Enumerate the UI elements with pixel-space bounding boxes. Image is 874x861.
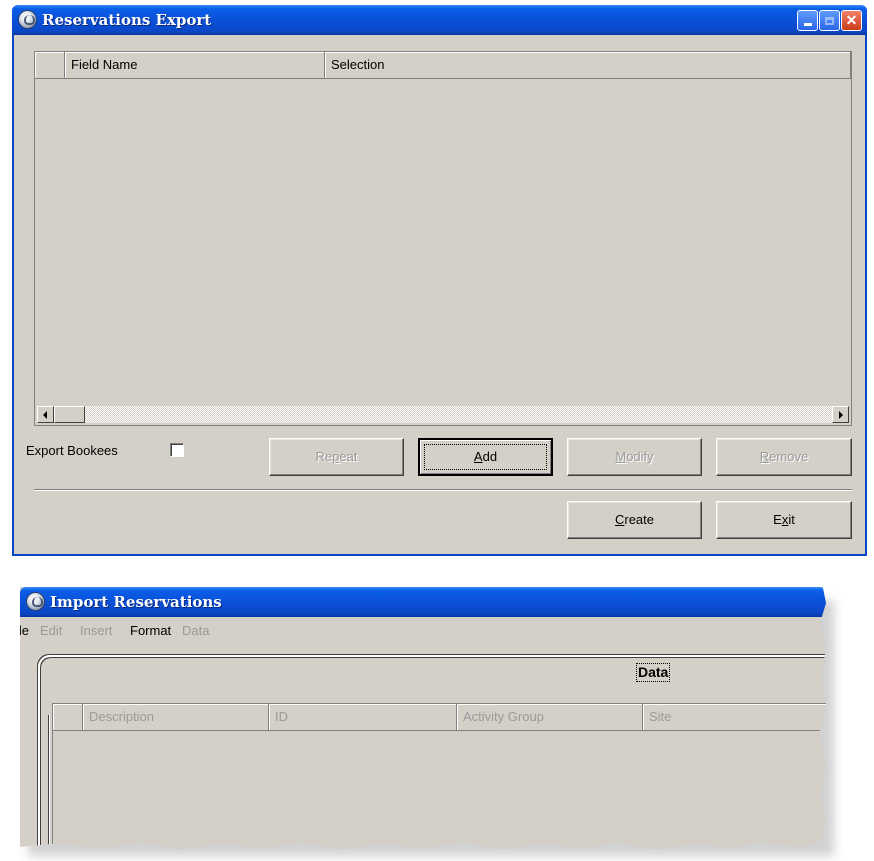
modify-button[interactable]: Modify <box>567 438 702 476</box>
grid-header: Field Name Selection <box>35 52 851 79</box>
column-header-id[interactable]: ID <box>269 704 457 731</box>
column-header-description[interactable]: Description <box>83 704 269 731</box>
menu-insert[interactable]: Insert <box>80 623 113 638</box>
column-header-site[interactable]: Site <box>643 704 826 731</box>
menu-file[interactable]: File <box>20 623 29 638</box>
menu-bar: File Edit Insert Format Data <box>20 617 826 643</box>
repeat-button[interactable]: Repeat <box>269 438 404 476</box>
maximize-button[interactable] <box>819 10 840 31</box>
tab-data[interactable]: Data <box>636 663 671 682</box>
repeat-label-post: eat <box>339 449 358 464</box>
close-button[interactable]: ✕ <box>841 10 862 31</box>
menu-data[interactable]: Data <box>182 623 209 638</box>
export-title-bar[interactable]: Reservations Export ✕ <box>12 5 867 35</box>
import-reservations-window: Import Reservations File Edit Insert For… <box>20 587 826 850</box>
create-label-post: reate <box>624 512 655 527</box>
column-header-activity-group[interactable]: Activity Group <box>457 704 643 731</box>
close-icon: ✕ <box>845 12 858 28</box>
menu-format[interactable]: Format <box>130 623 171 638</box>
export-field-grid[interactable]: Field Name Selection <box>34 51 852 426</box>
add-button[interactable]: Add <box>418 438 553 476</box>
export-bookees-checkbox[interactable] <box>170 443 184 457</box>
horizontal-scrollbar[interactable] <box>37 406 849 423</box>
remove-label-post: emove <box>769 449 809 464</box>
import-grid-header: Description ID Activity Group Site <box>53 704 826 731</box>
menu-edit[interactable]: Edit <box>40 623 62 638</box>
focus-rectangle <box>424 444 547 470</box>
tab-panel-inner-line <box>48 715 50 850</box>
reservations-export-window: Reservations Export ✕ Field Name Selecti… <box>12 5 867 556</box>
minimize-icon <box>798 11 817 30</box>
import-app-icon <box>26 592 45 611</box>
exit-button[interactable]: Exit <box>716 501 852 539</box>
modify-label-mnemonic: M <box>615 449 627 464</box>
scroll-thumb[interactable] <box>54 406 85 423</box>
column-header-field-name[interactable]: Field Name <box>65 52 325 79</box>
import-window-title: Import Reservations <box>50 593 222 611</box>
column-header-selection[interactable]: Selection <box>325 52 851 79</box>
maximize-icon <box>820 11 839 30</box>
exit-label-pre: E <box>773 512 782 527</box>
minimize-button[interactable] <box>797 10 818 31</box>
import-row-selector-header[interactable] <box>53 704 83 731</box>
create-label-mnemonic: C <box>614 512 625 527</box>
window-title: Reservations Export <box>42 11 212 29</box>
app-icon <box>18 10 37 29</box>
arrow-right-icon <box>839 411 843 419</box>
exit-label-post: it <box>788 512 795 527</box>
remove-button[interactable]: Remove <box>716 438 852 476</box>
remove-label-mnemonic: R <box>759 449 770 464</box>
export-bookees-label: Export Bookees <box>26 443 118 458</box>
row-selector-header[interactable] <box>35 52 65 79</box>
create-button[interactable]: Create <box>567 501 702 539</box>
scroll-left-button[interactable] <box>37 406 54 423</box>
arrow-left-icon <box>43 411 47 419</box>
scroll-right-button[interactable] <box>832 406 849 423</box>
repeat-label-pre: Re <box>315 449 333 464</box>
separator-line <box>34 489 852 491</box>
import-title-bar[interactable]: Import Reservations <box>20 587 826 617</box>
import-grid[interactable]: Description ID Activity Group Site <box>52 703 826 850</box>
modify-label-post: odify <box>626 449 654 464</box>
